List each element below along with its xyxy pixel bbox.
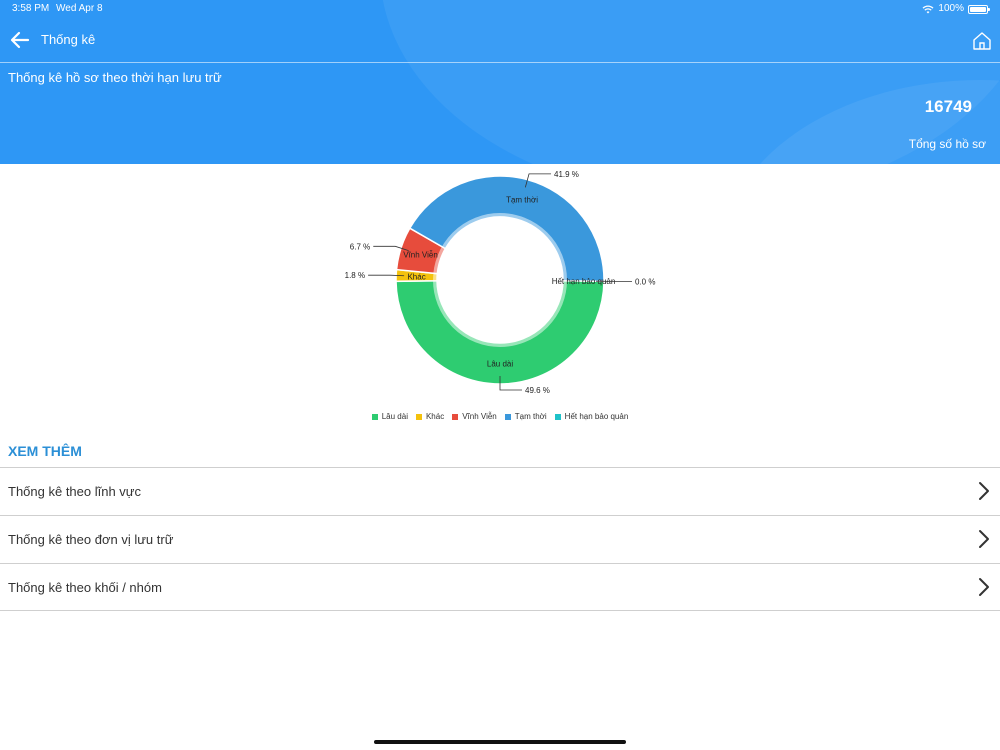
legend-label: Khác	[425, 412, 445, 421]
nav-divider	[0, 62, 1000, 63]
donut-inner-ring	[433, 213, 567, 347]
battery-icon	[968, 4, 990, 14]
legend-swatch	[504, 414, 511, 420]
donut-slice-lau-dai	[395, 280, 605, 385]
legend-label: Vĩnh Viễn	[462, 412, 497, 421]
total-records-value: 16749	[924, 97, 972, 116]
list-item-label: Thống kê theo lĩnh vực	[8, 484, 142, 499]
wifi-icon	[922, 4, 934, 13]
chevron-right-icon	[979, 530, 989, 548]
slice-value-label: 0.0 %	[635, 277, 655, 286]
legend-swatch	[371, 414, 378, 420]
slice-value-label: 6.7 %	[350, 242, 370, 251]
legend-label: Hết hạn bảo quản	[564, 412, 629, 421]
status-time: 3:58 PM	[12, 3, 50, 14]
home-indicator	[374, 740, 626, 744]
slice-leader-line	[368, 274, 405, 277]
battery-percent: 100%	[938, 3, 964, 14]
slice-category-label: Tạm thời	[506, 195, 538, 204]
status-bar: 3:58 PM Wed Apr 8 100%	[0, 0, 1000, 18]
list-item-label: Thống kê theo đơn vị lưu trữ	[8, 532, 174, 547]
legend-label: Tạm thời	[514, 412, 547, 421]
list-item-label: Thống kê theo khối / nhóm	[8, 580, 162, 595]
more-section-title: XEM THÊM	[8, 443, 82, 459]
more-list: Thống kê theo lĩnh vực Thống kê theo đơn…	[0, 467, 1000, 611]
banner-title: Thống kê hồ sơ theo thời hạn lưu trữ	[8, 70, 222, 85]
slice-category-label: Lâu dài	[487, 360, 513, 369]
slice-category-label: Vĩnh Viễn	[403, 250, 438, 259]
page-title: Thống kê	[41, 32, 96, 47]
legend-item-het-han-bao-quan: Hết hạn bảo quản	[554, 410, 629, 424]
legend-swatch	[452, 414, 459, 420]
status-right: 100%	[922, 0, 990, 18]
slice-value-label: 41.9 %	[554, 170, 579, 179]
list-item-by-group[interactable]: Thống kê theo khối / nhóm	[0, 563, 1000, 611]
list-item-by-field[interactable]: Thống kê theo lĩnh vực	[0, 467, 1000, 515]
legend-swatch	[415, 414, 422, 420]
donut-chart: Lâu dài 49.6 % Khác 1.8 % Vĩnh Viễn 6.7 % Tạm …	[0, 164, 1000, 434]
legend-label: Lâu dài	[381, 412, 408, 421]
slice-category-label: Khác	[407, 272, 425, 281]
chart-legend: Lâu dài Khác Vĩnh Viễn Tạm thời Hết hạn bảo …	[0, 410, 1000, 424]
slice-value-label: 1.8 %	[345, 271, 365, 280]
legend-item-khac: Khác	[415, 410, 445, 424]
home-icon[interactable]	[972, 31, 992, 51]
status-date: Wed Apr 8	[56, 3, 103, 14]
nav-bar: Thống kê	[0, 18, 1000, 62]
chevron-right-icon	[979, 482, 989, 500]
slice-value-label: 49.6 %	[525, 386, 550, 395]
donut-chart-svg: Lâu dài 49.6 % Khác 1.8 % Vĩnh Viễn 6.7 % Tạm …	[345, 170, 656, 395]
total-records-label: Tổng số hồ sơ	[908, 137, 986, 151]
legend-item-vinh-vien: Vĩnh Viễn	[452, 410, 497, 424]
legend-swatch	[554, 414, 561, 420]
arrow-left-icon[interactable]	[8, 28, 32, 52]
header-region: 3:58 PM Wed Apr 8 100% Thống kê Thống kê…	[0, 0, 1000, 164]
chevron-right-icon	[979, 578, 989, 596]
list-item-by-archive-unit[interactable]: Thống kê theo đơn vị lưu trữ	[0, 515, 1000, 563]
legend-item-tam-thoi: Tạm thời	[504, 410, 547, 424]
legend-item-lau-dai: Lâu dài	[371, 410, 408, 424]
